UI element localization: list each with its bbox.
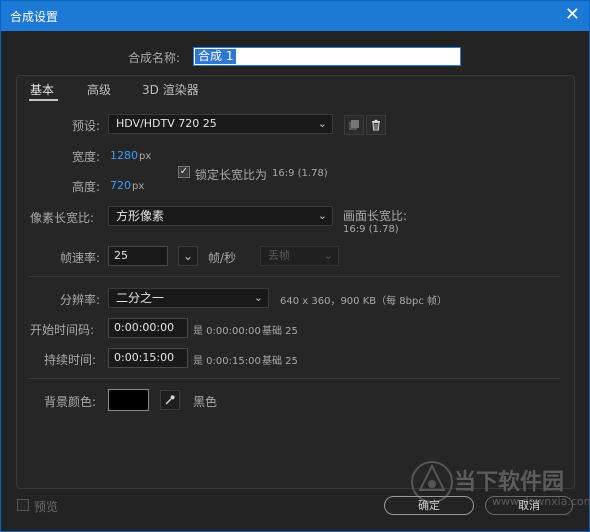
preset-value: HDV/HDTV 720 25 — [116, 117, 217, 130]
width-label: 宽度: — [72, 150, 101, 164]
pixel-aspect-dropdown[interactable]: 方形像素 ⌄ — [108, 206, 333, 226]
duration-label: 持续时间: — [44, 353, 97, 367]
frame-rate-label: 帧速率: — [60, 251, 101, 265]
frame-aspect-label: 画面长宽比: — [343, 209, 408, 223]
tab-basic[interactable]: 基本 — [30, 81, 54, 98]
divider — [28, 276, 560, 277]
start-timecode-value: 0:00:00:00 — [114, 321, 175, 334]
bg-color-label: 背景颜色: — [44, 395, 97, 409]
comp-name-input[interactable]: 合成 1 — [193, 47, 461, 66]
tab-3d-renderer[interactable]: 3D 渲染器 — [142, 81, 199, 98]
comp-name-value: 合成 1 — [195, 49, 237, 64]
start-timecode-is: 是 0:00:00:00 — [193, 326, 261, 337]
duration-is: 是 0:00:15:00 — [193, 356, 261, 367]
resolution-label: 分辨率: — [60, 293, 101, 307]
chevron-down-icon: ⌄ — [317, 117, 327, 130]
frame-aspect-value: 16:9 (1.78) — [343, 224, 399, 235]
lock-aspect-checkbox[interactable]: ✓ — [178, 166, 190, 178]
active-tab-underline — [29, 99, 58, 101]
watermark-text: 当下软件园 — [454, 470, 565, 495]
start-timecode-input[interactable]: 0:00:00:00 — [108, 318, 188, 338]
duration-value: 0:00:15:00 — [114, 351, 175, 364]
drop-frame-value: 丢帧 — [268, 249, 290, 262]
save-preset-icon[interactable] — [344, 115, 364, 135]
resolution-info: 640 x 360，900 KB（每 8bpc 帧） — [280, 296, 448, 307]
frame-rate-input[interactable]: 25 — [108, 246, 168, 266]
height-value[interactable]: 720 — [110, 179, 131, 192]
width-unit: px — [139, 151, 152, 162]
frame-rate-unit: 帧/秒 — [208, 251, 237, 265]
height-label: 高度: — [72, 180, 101, 194]
preset-label: 预设: — [72, 119, 101, 133]
duration-input[interactable]: 0:00:15:00 — [108, 348, 188, 368]
start-timecode-label: 开始时间码: — [30, 323, 95, 337]
pixel-aspect-label: 像素长宽比: — [30, 211, 95, 225]
bg-color-swatch[interactable] — [108, 389, 149, 411]
preview-label: 预览 — [34, 500, 59, 514]
tab-advanced[interactable]: 高级 — [87, 81, 111, 98]
chevron-down-icon: ⌄ — [182, 249, 194, 263]
preview-checkbox[interactable] — [17, 499, 29, 511]
height-unit: px — [132, 181, 145, 192]
pixel-aspect-value: 方形像素 — [116, 209, 165, 223]
ok-button[interactable]: 确定 — [384, 496, 474, 515]
settings-panel — [16, 75, 575, 489]
cancel-button[interactable]: 取消 — [485, 496, 573, 515]
title-bar[interactable]: 合成设置 ✕ — [1, 1, 589, 31]
chevron-down-icon: ⌄ — [323, 249, 333, 262]
resolution-dropdown[interactable]: 二分之一 ⌄ — [108, 288, 269, 308]
start-timecode-base: 基础 25 — [262, 326, 298, 337]
duration-base: 基础 25 — [262, 356, 298, 367]
window-title: 合成设置 — [10, 10, 59, 24]
preset-dropdown[interactable]: HDV/HDTV 720 25 ⌄ — [108, 114, 333, 134]
close-icon[interactable]: ✕ — [565, 5, 580, 25]
width-value[interactable]: 1280 — [110, 149, 138, 162]
resolution-value: 二分之一 — [116, 291, 165, 305]
lock-aspect-value: 16:9 (1.78) — [272, 168, 328, 179]
divider — [28, 378, 560, 379]
drop-frame-dropdown: 丢帧 ⌄ — [260, 246, 339, 266]
delete-preset-icon[interactable] — [366, 115, 386, 135]
frame-rate-value: 25 — [114, 249, 128, 262]
bg-color-name: 黑色 — [193, 395, 218, 409]
frame-rate-dropdown-button[interactable]: ⌄ — [178, 246, 198, 266]
chevron-down-icon: ⌄ — [317, 209, 327, 222]
eyedropper-icon[interactable] — [160, 390, 180, 410]
lock-aspect-label: 锁定长宽比为 — [195, 168, 268, 182]
chevron-down-icon: ⌄ — [253, 291, 263, 304]
comp-name-label: 合成名称: — [128, 51, 181, 65]
